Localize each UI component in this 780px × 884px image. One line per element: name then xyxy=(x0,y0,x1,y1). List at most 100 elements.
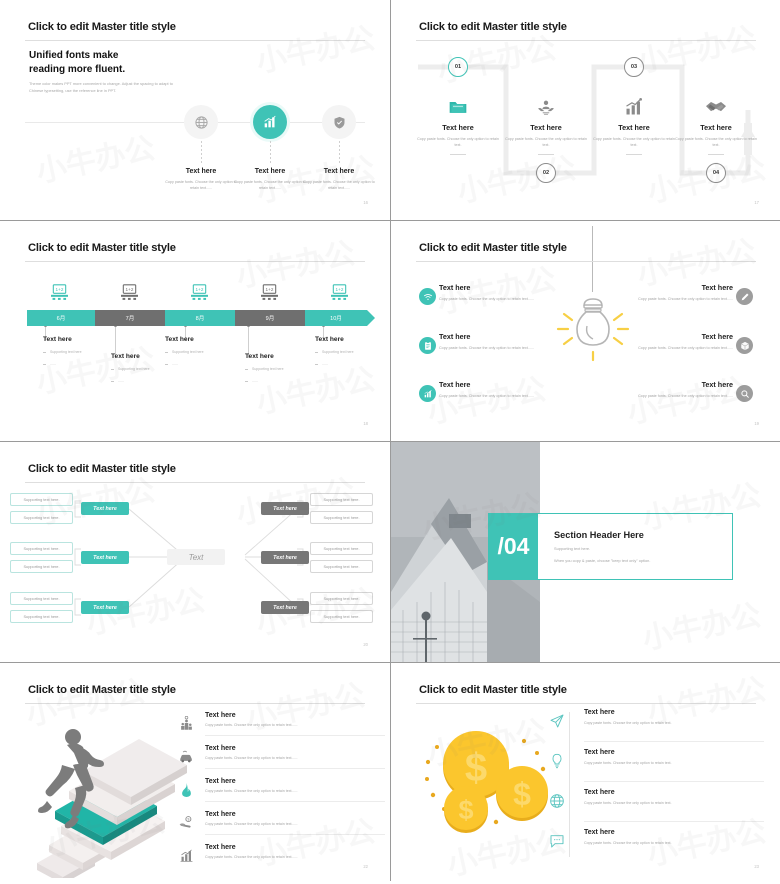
icon-circle-chart[interactable] xyxy=(253,105,287,139)
item-body: Copy paste fonts. Choose the only option… xyxy=(205,756,298,760)
item-body: Copy paste fonts. Choose the only option… xyxy=(205,789,298,793)
leaf-box[interactable]: Supporting text here. xyxy=(10,493,73,506)
slide-runner-books[interactable]: Click to edit Master title style Text he… xyxy=(0,663,390,884)
row-divider xyxy=(205,735,385,736)
item-heading: Text here xyxy=(254,168,286,175)
list-item[interactable]: Text here Copy paste fonts. Choose the o… xyxy=(583,332,733,352)
list-item[interactable]: Text here Copy paste fonts. Choose the o… xyxy=(583,380,733,400)
title-divider xyxy=(25,482,365,483)
leaf-box[interactable]: Supporting text here. xyxy=(310,592,373,605)
bar-chart-icon xyxy=(178,848,194,868)
item-body: Copy paste fonts. Choose the only option… xyxy=(584,841,672,845)
mindmap-center-node[interactable]: Text xyxy=(167,549,225,565)
column-block[interactable]: Text here Copy paste fonts. Choose the o… xyxy=(672,91,760,156)
svg-text:1+2: 1+2 xyxy=(125,287,133,292)
timeline-bar: 6月 7月 8月 9月 10月 xyxy=(27,310,375,326)
item-heading: Text here xyxy=(205,811,236,818)
chat-icon xyxy=(548,833,566,854)
slide-month-timeline[interactable]: Click to edit Master title style 1+2 1+2 xyxy=(0,221,390,441)
icon-circle-globe[interactable] xyxy=(184,105,218,139)
item-block[interactable]: Text here Copy paste fonts. Choose the o… xyxy=(303,168,375,191)
timeline-segment[interactable]: 8月 xyxy=(165,310,235,326)
slide-lightbulb[interactable]: Click to edit Master title style Text he… xyxy=(391,221,780,441)
list-item[interactable]: Text here Copy paste fonts. Choose the o… xyxy=(205,811,385,828)
leaf-box[interactable]: Supporting text here. xyxy=(10,542,73,555)
leaf-box[interactable]: Supporting text here. xyxy=(10,610,73,623)
list-item[interactable]: Text here Copy paste fonts. Choose the o… xyxy=(584,789,764,807)
list-item[interactable]: Text here Copy paste fonts. Choose the o… xyxy=(205,712,385,729)
leaf-box[interactable]: Supporting text here. xyxy=(310,542,373,555)
calc-icon: 1+2 xyxy=(328,284,350,306)
leaf-box[interactable]: Supporting text here. xyxy=(310,493,373,506)
slide-unified-fonts[interactable]: Click to edit Master title style Unified… xyxy=(0,0,390,220)
column-body: Copy paste fonts. Choose the only option… xyxy=(675,137,757,147)
step-number-02[interactable]: 02 xyxy=(536,163,556,183)
list-item[interactable]: Text here Copy paste fonts. Choose the o… xyxy=(584,709,764,727)
globe-icon xyxy=(548,793,566,814)
timeline-block[interactable]: Text here Supporting text here ...... xyxy=(315,336,385,368)
search-icon[interactable] xyxy=(736,385,753,402)
leaf-box[interactable]: Supporting text here. xyxy=(10,511,73,524)
column-block[interactable]: Text here Copy paste fonts. Choose the o… xyxy=(590,91,678,156)
item-block[interactable]: Text here Copy paste fonts. Choose the o… xyxy=(165,168,237,191)
watermark: 小牛办公 小牛办公 小牛办公 xyxy=(33,236,378,421)
step-number-04[interactable]: 04 xyxy=(706,163,726,183)
item-heading: Text here xyxy=(205,712,236,719)
branch-label-left-1[interactable]: Text here xyxy=(81,502,129,515)
svg-text:1+2: 1+2 xyxy=(55,287,63,292)
list-item[interactable]: Text here Copy paste fonts. Choose the o… xyxy=(205,745,385,762)
slide-section-header[interactable]: /04 Section Header Here Supporting text … xyxy=(391,442,780,662)
timeline-segment[interactable]: 10月 xyxy=(305,310,367,326)
item-heading: Text here xyxy=(323,168,355,175)
section-header-card[interactable]: /04 Section Header Here Supporting text … xyxy=(488,513,733,580)
list-item[interactable]: Text here Copy paste fonts. Choose the o… xyxy=(584,829,764,847)
leaf-box[interactable]: Supporting text here. xyxy=(310,610,373,623)
slide-mindmap[interactable]: Click to edit Master title style Text he… xyxy=(0,442,390,662)
timeline-segment[interactable]: 9月 xyxy=(235,310,305,326)
list-item[interactable]: Text here Copy paste fonts. Choose the o… xyxy=(584,749,764,767)
branch-label-right-3[interactable]: Text here xyxy=(261,601,309,614)
item-heading: Text here xyxy=(701,380,733,389)
leaf-box[interactable]: Supporting text here. xyxy=(310,511,373,524)
clipboard-icon[interactable] xyxy=(419,337,436,354)
list-item[interactable]: Text here Copy paste fonts. Choose the o… xyxy=(583,283,733,303)
item-body: Copy paste fonts. Choose the only option… xyxy=(439,297,534,301)
timeline-block[interactable]: Text here Supporting text here ...... xyxy=(165,336,249,368)
leaf-box[interactable]: Supporting text here. xyxy=(10,592,73,605)
timeline-segment[interactable]: 7月 xyxy=(95,310,165,326)
branch-label-left-2[interactable]: Text here xyxy=(81,551,129,564)
wifi-icon[interactable] xyxy=(419,288,436,305)
pen-icon[interactable] xyxy=(736,288,753,305)
column-block[interactable]: Text here Copy paste fonts. Choose the o… xyxy=(502,91,590,156)
block-heading: Text here xyxy=(43,336,72,343)
step-number-01[interactable]: 01 xyxy=(448,57,468,77)
list-item[interactable]: Text here Copy paste fonts. Choose the o… xyxy=(205,778,385,795)
icon-circle-shield[interactable] xyxy=(322,105,356,139)
leaf-box[interactable]: Supporting text here. xyxy=(10,560,73,573)
branch-label-right-1[interactable]: Text here xyxy=(261,502,309,515)
slide-gold-coins[interactable]: Click to edit Master title style $ $ $ T… xyxy=(391,663,780,884)
list-item[interactable]: Text here Copy paste fonts. Choose the o… xyxy=(439,283,589,303)
item-body: Copy paste fonts. Choose the only option… xyxy=(439,394,534,398)
box-icon[interactable] xyxy=(736,337,753,354)
list-item[interactable]: Text here Copy paste fonts. Choose the o… xyxy=(439,380,589,400)
leaf-box[interactable]: Supporting text here. xyxy=(310,560,373,573)
timeline-segment[interactable]: 6月 xyxy=(27,310,95,326)
item-body: Copy paste fonts. Choose the only option… xyxy=(205,822,298,826)
page-number: 20 xyxy=(363,642,368,647)
branch-label-left-3[interactable]: Text here xyxy=(81,601,129,614)
list-item[interactable]: Text here Copy paste fonts. Choose the o… xyxy=(439,332,589,352)
page-title: Click to edit Master title style xyxy=(419,684,567,696)
item-block[interactable]: Text here Copy paste fonts. Choose the o… xyxy=(234,168,306,191)
step-number-03[interactable]: 03 xyxy=(624,57,644,77)
page-number: 23 xyxy=(754,864,759,869)
list-item[interactable]: Text here Copy paste fonts. Choose the o… xyxy=(205,844,385,861)
slide-zigzag-steps[interactable]: Click to edit Master title style 01 02 0… xyxy=(391,0,780,220)
divider-dash xyxy=(538,154,554,156)
column-heading: Text here xyxy=(618,123,650,132)
bar-chart-icon[interactable] xyxy=(419,385,436,402)
branch-label-right-2[interactable]: Text here xyxy=(261,551,309,564)
column-heading: Text here xyxy=(442,123,474,132)
item-body: Copy paste fonts. Choose the only option… xyxy=(638,297,733,301)
column-block[interactable]: Text here Copy paste fonts. Choose the o… xyxy=(414,91,502,156)
